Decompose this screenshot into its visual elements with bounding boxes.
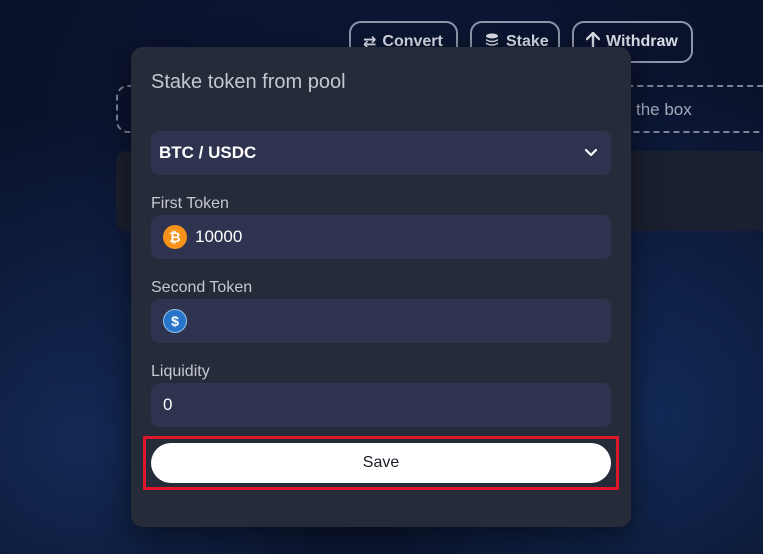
- usdc-icon: $: [163, 309, 187, 333]
- chevron-down-icon: [584, 148, 598, 157]
- liquidity-label: Liquidity: [151, 363, 210, 380]
- pair-select[interactable]: BTC / USDC: [151, 131, 611, 175]
- pair-select-value: BTC / USDC: [159, 143, 257, 162]
- liquidity-input[interactable]: 0: [151, 383, 611, 427]
- bitcoin-icon: ₿: [163, 225, 187, 249]
- stake-modal: Stake token from pool BTC / USDC First T…: [131, 47, 631, 527]
- second-token-label: Second Token: [151, 279, 253, 296]
- first-token-input[interactable]: ₿ 10000: [151, 215, 611, 259]
- first-token-label: First Token: [151, 195, 229, 212]
- modal-title: Stake token from pool: [151, 71, 346, 93]
- second-token-input[interactable]: $: [151, 299, 611, 343]
- save-button[interactable]: Save: [151, 443, 611, 483]
- dropzone-text: the box: [636, 100, 692, 119]
- liquidity-value: 0: [163, 395, 173, 414]
- first-token-value: 10000: [195, 227, 243, 246]
